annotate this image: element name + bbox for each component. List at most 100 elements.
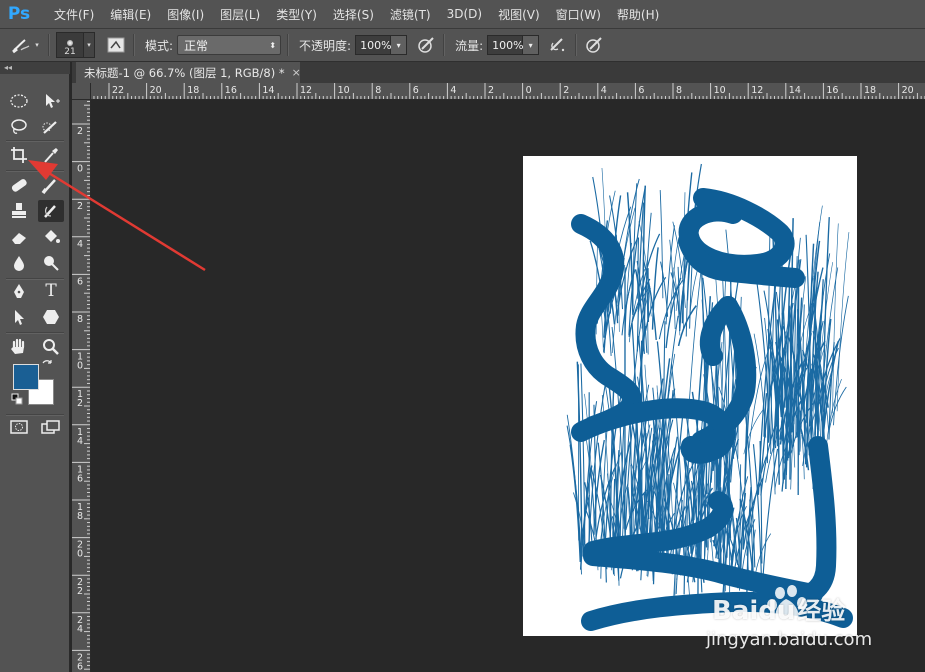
document-tab[interactable]: 未标题-1 @ 66.7% (图层 1, RGB/8) * × [76, 62, 301, 83]
separator [575, 34, 578, 56]
eyedropper-icon[interactable] [38, 144, 64, 166]
pressure-size-icon[interactable] [583, 34, 605, 56]
grass-blade [659, 190, 664, 299]
ruler-label: 6 [77, 661, 83, 672]
ruler-label: 14 [262, 85, 274, 96]
separator [133, 34, 135, 56]
ruler-label: 0 [77, 361, 83, 372]
opacity-field[interactable]: 100% [355, 35, 392, 55]
horizontal-ruler[interactable]: 22 20 18 16 14 12 10 8 6 4 2 0 2 4 6 8 10 12 14 16 18 20 [91, 83, 925, 100]
options-bar: ▾ 21 ▾ 模式: 正常 ⬍ 不透明度: 100% ▾ 流量: 100% ▾ [0, 29, 925, 62]
mode-label: 模式: [145, 38, 174, 53]
vertical-ruler[interactable]: 202468101214161820222426 [72, 100, 91, 672]
ruler-label: 4 [450, 85, 456, 96]
airbrush-icon[interactable] [547, 34, 569, 56]
ruler-label: 20 [902, 85, 914, 96]
ruler-label: 10 [714, 85, 726, 96]
document-tabs: 未标题-1 @ 66.7% (图层 1, RGB/8) * × [72, 62, 925, 83]
blur-icon[interactable] [6, 252, 32, 274]
mode-value: 正常 [184, 38, 209, 53]
path-select-icon[interactable] [6, 306, 32, 328]
opacity-label: 不透明度: [299, 38, 352, 53]
swap-colors-icon[interactable] [40, 358, 54, 372]
flow-field[interactable]: 100% [487, 35, 524, 55]
ruler-corner[interactable] [72, 83, 91, 100]
ruler-label: 8 [77, 511, 83, 522]
document-canvas[interactable] [523, 156, 857, 636]
ruler-label: 6 [77, 473, 83, 484]
separator [6, 332, 64, 334]
menu-edit[interactable]: 编辑(E) [102, 6, 159, 23]
menu-file[interactable]: 文件(F) [46, 6, 102, 23]
separator [6, 140, 64, 142]
foreground-color[interactable] [13, 364, 39, 390]
ruler-label: 16 [826, 85, 838, 96]
grass-blade [833, 295, 849, 426]
brush-picker-dropdown[interactable]: ▾ [84, 32, 95, 58]
tool-preset-dropdown[interactable]: ▾ [32, 33, 42, 57]
watermark-brand: Baidu经验 [712, 591, 882, 626]
grass-blade [754, 533, 772, 575]
brush-tip-icon [67, 40, 73, 46]
brush-size-preview[interactable]: 21 [56, 32, 84, 58]
brush-panel-icon[interactable] [105, 34, 127, 56]
quick-mask-icon[interactable] [6, 416, 32, 438]
move-icon[interactable] [38, 90, 64, 112]
history-brush-icon[interactable] [38, 200, 64, 222]
mode-select[interactable]: 正常 ⬍ [177, 35, 282, 55]
watermark-brand-en: Baidu [712, 596, 796, 626]
screen-mode-icon[interactable] [38, 416, 64, 438]
menu-layer[interactable]: 图层(L) [212, 6, 268, 23]
ruler-label: 20 [150, 85, 162, 96]
grass-blade [651, 247, 659, 330]
menu-view[interactable]: 视图(V) [490, 6, 548, 23]
flow-label: 流量: [455, 38, 484, 53]
ruler-label: 8 [375, 85, 381, 96]
ruler-label: 22 [112, 85, 124, 96]
ruler-label: 4 [601, 85, 607, 96]
ruler-label: 2 [77, 398, 83, 409]
ruler-label: 12 [300, 85, 312, 96]
quick-select-icon[interactable] [38, 116, 64, 138]
menu-3d[interactable]: 3D(D) [439, 7, 490, 21]
shape-icon[interactable] [38, 306, 64, 328]
type-icon[interactable]: T [38, 280, 64, 302]
pen-icon[interactable] [6, 280, 32, 302]
eraser-icon[interactable] [6, 226, 32, 248]
zoom-icon[interactable] [38, 336, 64, 358]
healing-icon[interactable] [6, 174, 32, 196]
ruler-label: 16 [225, 85, 237, 96]
separator [287, 34, 290, 56]
photoshop-logo: Ps [7, 4, 31, 24]
menu-select[interactable]: 选择(S) [325, 6, 382, 23]
ruler-label: 8 [77, 314, 83, 325]
ruler-label: 2 [77, 201, 83, 212]
stamp-icon[interactable] [6, 200, 32, 222]
default-colors-icon[interactable] [10, 392, 24, 406]
close-icon[interactable]: × [292, 66, 301, 79]
pressure-opacity-icon[interactable] [415, 34, 437, 56]
ruler-label: 18 [864, 85, 876, 96]
menu-window[interactable]: 窗口(W) [548, 6, 609, 23]
toolbox: T [0, 74, 70, 672]
menu-help[interactable]: 帮助(H) [609, 6, 667, 23]
ruler-label: 6 [413, 85, 419, 96]
menu-type[interactable]: 类型(Y) [268, 6, 325, 23]
crop-icon[interactable] [6, 144, 32, 166]
hand-icon[interactable] [6, 336, 32, 358]
lasso-icon[interactable] [6, 116, 32, 138]
toolbox-collapse[interactable]: ◂◂ [0, 62, 70, 74]
brush-tool-icon[interactable] [38, 174, 64, 196]
menu-image[interactable]: 图像(I) [159, 6, 212, 23]
opacity-slider-dropdown[interactable]: ▾ [391, 35, 408, 55]
separator [443, 34, 446, 56]
ruler-label: 6 [638, 85, 644, 96]
menu-filter[interactable]: 滤镜(T) [382, 6, 439, 23]
grass-blade [836, 232, 850, 412]
marquee-icon[interactable] [6, 90, 32, 112]
paint-bucket-icon[interactable] [38, 226, 64, 248]
dodge-icon[interactable] [38, 252, 64, 274]
ruler-label: 6 [77, 276, 83, 287]
brush-icon[interactable] [10, 34, 32, 56]
flow-slider-dropdown[interactable]: ▾ [523, 35, 540, 55]
